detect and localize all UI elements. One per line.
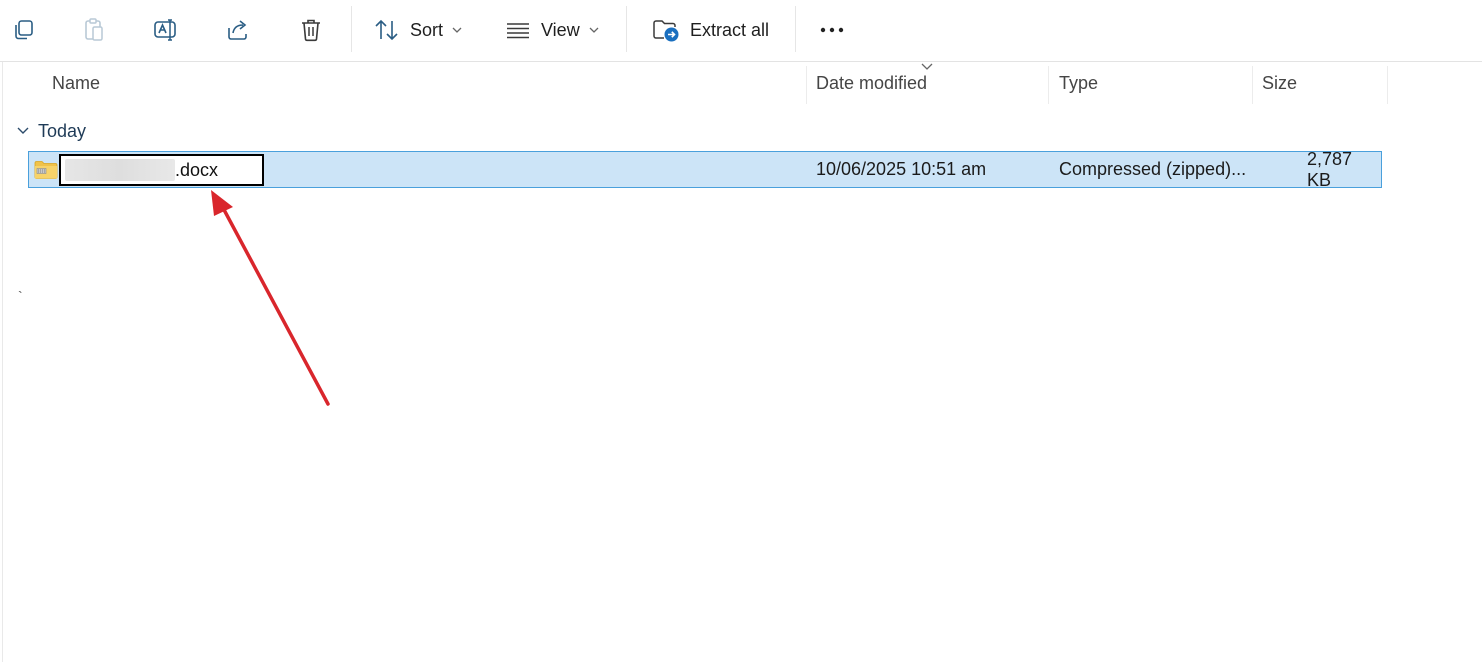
copy-icon bbox=[15, 20, 33, 40]
file-type: Compressed (zipped)... bbox=[1059, 159, 1247, 179]
extract-all-label: Extract all bbox=[690, 19, 770, 40]
toolbar-separator bbox=[626, 6, 627, 52]
file-date: 10/06/2025 10:51 am bbox=[816, 159, 987, 179]
view-list-icon bbox=[507, 23, 529, 39]
column-divider[interactable] bbox=[1048, 66, 1049, 104]
file-extension: .docx bbox=[175, 159, 219, 180]
column-header-row: Name Date modified Type Size bbox=[0, 62, 1482, 104]
sort-caret-icon bbox=[921, 63, 933, 70]
more-icon bbox=[820, 27, 844, 33]
rename-button[interactable] bbox=[148, 10, 184, 50]
paste-icon bbox=[85, 18, 103, 41]
stray-mark: ` bbox=[18, 288, 23, 304]
redacted-filename bbox=[65, 159, 175, 181]
chevron-down-icon bbox=[589, 27, 599, 33]
paste-button[interactable] bbox=[76, 10, 112, 50]
zip-folder-icon bbox=[34, 161, 58, 179]
sort-icon bbox=[375, 19, 398, 41]
command-bar: Sort View Extract all bbox=[0, 0, 1482, 62]
file-size: 2,787 KB bbox=[1307, 148, 1353, 190]
column-divider[interactable] bbox=[1387, 66, 1388, 104]
column-header-type[interactable]: Type bbox=[1059, 62, 1249, 104]
group-label: Today bbox=[38, 120, 87, 141]
extract-folder-icon bbox=[653, 20, 679, 42]
chevron-down-icon bbox=[17, 127, 29, 134]
pane-edge bbox=[2, 62, 3, 662]
column-header-type-label: Type bbox=[1059, 72, 1099, 93]
column-header-size-label: Size bbox=[1262, 72, 1298, 93]
toolbar-separator bbox=[351, 6, 352, 52]
column-header-size[interactable]: Size bbox=[1262, 62, 1382, 104]
column-header-name[interactable]: Name bbox=[52, 62, 802, 104]
toolbar-separator bbox=[795, 6, 796, 52]
sort-button[interactable]: Sort bbox=[374, 10, 474, 50]
annotation-arrow-head bbox=[211, 190, 233, 216]
rename-textbox[interactable]: .docx bbox=[59, 154, 264, 186]
share-icon bbox=[228, 20, 247, 40]
view-label: View bbox=[541, 19, 580, 40]
column-divider[interactable] bbox=[1252, 66, 1253, 104]
see-more-button[interactable] bbox=[814, 10, 850, 50]
view-button[interactable]: View bbox=[505, 10, 605, 50]
copy-button[interactable] bbox=[6, 10, 42, 50]
trash-icon bbox=[302, 19, 320, 42]
file-row[interactable]: .docx 10/06/2025 10:51 am Compressed (zi… bbox=[28, 148, 1382, 190]
delete-button[interactable] bbox=[293, 10, 329, 50]
column-header-date-label: Date modified bbox=[816, 72, 928, 93]
column-divider[interactable] bbox=[806, 66, 807, 104]
chevron-down-icon bbox=[452, 27, 462, 33]
extract-all-button[interactable]: Extract all bbox=[652, 10, 782, 50]
annotation-arrow-shaft bbox=[220, 204, 330, 406]
column-header-name-label: Name bbox=[52, 72, 101, 93]
sort-label: Sort bbox=[410, 19, 444, 40]
group-header-today[interactable]: Today bbox=[16, 118, 86, 144]
rename-icon bbox=[154, 19, 176, 41]
share-button[interactable] bbox=[220, 10, 256, 50]
